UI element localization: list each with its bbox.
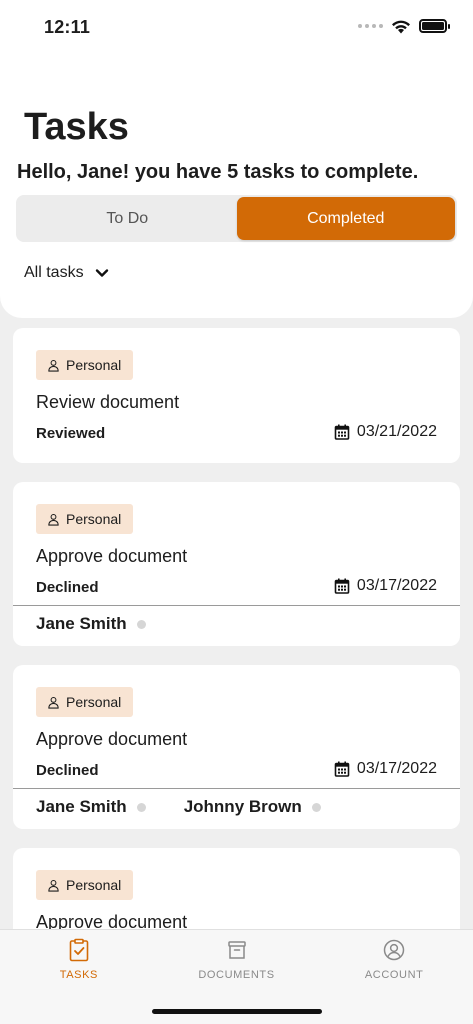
task-date-value: 03/21/2022 (356, 423, 437, 440)
category-badge: Personal (36, 870, 134, 900)
task-card[interactable]: Personal Approve document Declined 03/17… (13, 665, 460, 829)
segment-completed[interactable]: Completed (236, 197, 455, 240)
person-icon (48, 359, 59, 372)
task-status: Reviewed (36, 425, 106, 442)
assignee-status-dot (136, 619, 146, 629)
category-label: Personal (66, 357, 122, 373)
card-divider (13, 605, 460, 606)
task-date: 03/17/2022 (334, 577, 437, 595)
assignee-name: Johnny Brown (183, 797, 302, 816)
assignee-name: Jane Smith (36, 797, 127, 816)
battery-icon (419, 19, 450, 33)
assignee: Johnny Brown (184, 797, 321, 817)
card-divider (13, 788, 460, 789)
category-badge: Personal (36, 504, 134, 534)
task-date-value: 03/17/2022 (356, 577, 437, 594)
category-label: Personal (66, 511, 122, 527)
assignee-status-dot (136, 802, 146, 812)
task-title: Approve document (36, 546, 188, 566)
segment-to-do[interactable]: To Do (18, 197, 237, 240)
assignee: Jane Smith (36, 797, 146, 817)
calendar-icon (334, 761, 350, 777)
category-label: Personal (66, 694, 122, 710)
task-date: 03/21/2022 (334, 423, 437, 441)
task-date-value: 03/17/2022 (356, 760, 437, 777)
category-badge: Personal (36, 687, 134, 717)
chevron-down-icon (95, 269, 108, 277)
archive-box-icon (227, 941, 246, 959)
category-label: Personal (66, 877, 122, 893)
greeting-text: Hello, Jane! you have 5 tasks to complet… (17, 161, 419, 183)
task-date: 03/17/2022 (334, 760, 437, 778)
task-status-segmented-control: To Do Completed (16, 195, 457, 242)
task-card[interactable]: Personal Review document Reviewed 03/21/… (13, 328, 460, 463)
calendar-icon (334, 424, 350, 440)
person-icon (48, 513, 59, 526)
tab-documents-label: DOCUMENTS (198, 969, 275, 981)
category-badge: Personal (36, 350, 134, 380)
assignee-name: Jane Smith (36, 614, 127, 633)
assignee-list: Jane Smith (36, 614, 146, 634)
task-title: Review document (36, 392, 180, 412)
status-bar: 12:11 (0, 0, 473, 52)
person-icon (48, 696, 59, 709)
tab-account-label: ACCOUNT (364, 969, 424, 981)
page-title: Tasks (24, 106, 129, 148)
task-status: Declined (36, 762, 99, 779)
assignee: Jane Smith (36, 614, 146, 634)
calendar-icon (334, 578, 350, 594)
cellular-signal-icon (358, 24, 383, 28)
tab-tasks-label: TASKS (59, 969, 98, 981)
task-card[interactable]: Personal Approve document Declined 03/17… (13, 482, 460, 646)
clipboard-check-icon (69, 938, 89, 962)
task-status: Declined (36, 579, 99, 596)
assignee-status-dot (311, 802, 321, 812)
user-circle-icon (383, 939, 405, 961)
tab-account[interactable]: ACCOUNT (315, 930, 473, 1024)
task-title: Approve document (36, 729, 188, 749)
tab-tasks[interactable]: TASKS (0, 930, 158, 1024)
header-panel: 12:11 Tasks Hello, Jane! you have 5 task… (0, 0, 473, 318)
task-filter-dropdown[interactable]: All tasks (24, 264, 110, 282)
status-icons (358, 19, 450, 34)
person-icon (48, 879, 59, 892)
assignee-list: Jane Smith Johnny Brown (36, 797, 321, 817)
wifi-icon (392, 20, 410, 33)
status-time: 12:11 (44, 16, 91, 37)
filter-label: All tasks (24, 264, 84, 281)
home-indicator (152, 1009, 322, 1014)
